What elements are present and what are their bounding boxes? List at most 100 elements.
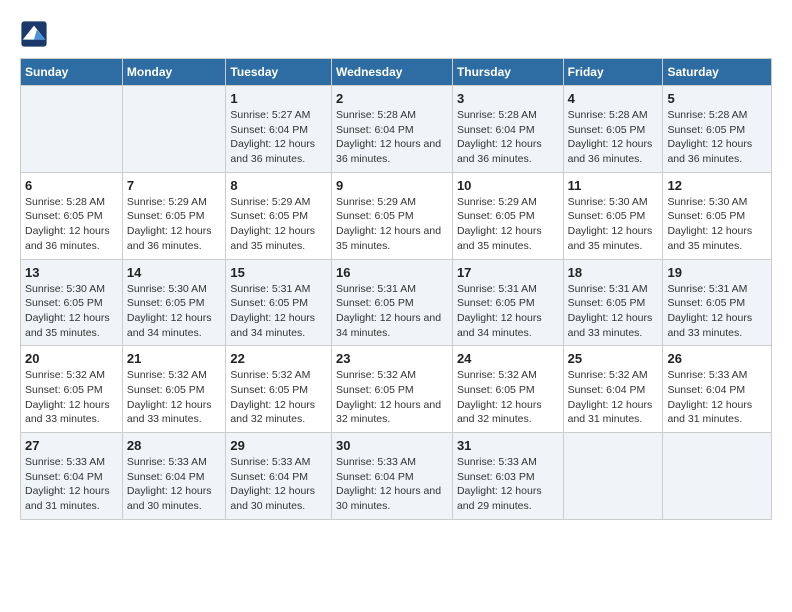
- calendar-cell: [21, 86, 123, 173]
- day-info: Sunrise: 5:31 AM Sunset: 6:05 PM Dayligh…: [336, 282, 448, 341]
- day-info: Sunrise: 5:33 AM Sunset: 6:03 PM Dayligh…: [457, 455, 559, 514]
- day-info: Sunrise: 5:30 AM Sunset: 6:05 PM Dayligh…: [667, 195, 767, 254]
- day-info: Sunrise: 5:31 AM Sunset: 6:05 PM Dayligh…: [457, 282, 559, 341]
- logo: [20, 20, 52, 48]
- day-info: Sunrise: 5:27 AM Sunset: 6:04 PM Dayligh…: [230, 108, 327, 167]
- day-info: Sunrise: 5:30 AM Sunset: 6:05 PM Dayligh…: [568, 195, 659, 254]
- day-info: Sunrise: 5:31 AM Sunset: 6:05 PM Dayligh…: [568, 282, 659, 341]
- col-header-tuesday: Tuesday: [226, 59, 332, 86]
- header-row: SundayMondayTuesdayWednesdayThursdayFrid…: [21, 59, 772, 86]
- calendar-cell: 22Sunrise: 5:32 AM Sunset: 6:05 PM Dayli…: [226, 346, 332, 433]
- day-number: 10: [457, 178, 559, 193]
- day-number: 2: [336, 91, 448, 106]
- calendar-cell: 26 Sunrise: 5:33 AM Sunset: 6:04 PM Dayli…: [663, 346, 772, 433]
- day-info: Sunrise: 5:29 AM Sunset: 6:05 PM Dayligh…: [230, 195, 327, 254]
- calendar-cell: 9 Sunrise: 5:29 AM Sunset: 6:05 PM Daylig…: [331, 172, 452, 259]
- calendar-table: SundayMondayTuesdayWednesdayThursdayFrid…: [20, 58, 772, 520]
- week-row: 20 Sunrise: 5:32 AM Sunset: 6:05 PM Dayli…: [21, 346, 772, 433]
- day-number: 9: [336, 178, 448, 193]
- calendar-cell: 5 Sunrise: 5:28 AM Sunset: 6:05 PM Daylig…: [663, 86, 772, 173]
- day-info: Sunrise: 5:29 AM Sunset: 6:05 PM Dayligh…: [127, 195, 222, 254]
- calendar-cell: 20Sunrise: 5:32 AM Sunset: 6:05 PM Dayli…: [21, 346, 123, 433]
- calendar-cell: 16 Sunrise: 5:31 AM Sunset: 6:05 PM Dayli…: [331, 259, 452, 346]
- calendar-cell: 10 Sunrise: 5:29 AM Sunset: 6:05 PM Dayli…: [452, 172, 563, 259]
- page-header: [20, 20, 772, 48]
- calendar-cell: 13 Sunrise: 5:30 AM Sunset: 6:05 PM Dayli…: [21, 259, 123, 346]
- day-number: 31: [457, 438, 559, 453]
- day-number: 18: [568, 265, 659, 280]
- day-info: Sunrise: 5:28 AM Sunset: 6:05 PM Dayligh…: [25, 195, 118, 254]
- day-number: 6: [25, 178, 118, 193]
- day-info: Sunrise: 5:29 AM Sunset: 6:05 PM Dayligh…: [336, 195, 448, 254]
- day-number: 26: [667, 351, 767, 366]
- day-number: 15: [230, 265, 327, 280]
- day-number: 20: [25, 351, 118, 366]
- day-number: 13: [25, 265, 118, 280]
- day-number: 30: [336, 438, 448, 453]
- day-number: 28: [127, 438, 222, 453]
- day-info: Sunrise: 5:32 AM Sunset: 6:05 PM Dayligh…: [457, 368, 559, 427]
- day-number: 29: [230, 438, 327, 453]
- day-info: Sunrise: 5:32 AM Sunset: 6:05 PM Dayligh…: [127, 368, 222, 427]
- day-info: Sunrise: 5:31 AM Sunset: 6:05 PM Dayligh…: [230, 282, 327, 341]
- week-row: 1 Sunrise: 5:27 AM Sunset: 6:04 PM Daylig…: [21, 86, 772, 173]
- day-info: Sunrise: 5:33 AM Sunset: 6:04 PM Dayligh…: [127, 455, 222, 514]
- day-number: 23: [336, 351, 448, 366]
- calendar-cell: 28 Sunrise: 5:33 AM Sunset: 6:04 PM Dayli…: [122, 433, 226, 520]
- calendar-cell: 24 Sunrise: 5:32 AM Sunset: 6:05 PM Dayli…: [452, 346, 563, 433]
- day-info: Sunrise: 5:32 AM Sunset: 6:05 PM Dayligh…: [336, 368, 448, 427]
- week-row: 27Sunrise: 5:33 AM Sunset: 6:04 PM Dayli…: [21, 433, 772, 520]
- day-info: Sunrise: 5:33 AM Sunset: 6:04 PM Dayligh…: [25, 455, 118, 514]
- day-number: 17: [457, 265, 559, 280]
- calendar-cell: 19 Sunrise: 5:31 AM Sunset: 6:05 PM Dayli…: [663, 259, 772, 346]
- calendar-cell: 21Sunrise: 5:32 AM Sunset: 6:05 PM Dayli…: [122, 346, 226, 433]
- calendar-cell: 4Sunrise: 5:28 AM Sunset: 6:05 PM Daylig…: [563, 86, 663, 173]
- col-header-saturday: Saturday: [663, 59, 772, 86]
- day-number: 8: [230, 178, 327, 193]
- calendar-cell: 12Sunrise: 5:30 AM Sunset: 6:05 PM Dayli…: [663, 172, 772, 259]
- calendar-cell: 30 Sunrise: 5:33 AM Sunset: 6:04 PM Dayli…: [331, 433, 452, 520]
- day-info: Sunrise: 5:33 AM Sunset: 6:04 PM Dayligh…: [336, 455, 448, 514]
- logo-icon: [20, 20, 48, 48]
- calendar-cell: [663, 433, 772, 520]
- col-header-thursday: Thursday: [452, 59, 563, 86]
- day-info: Sunrise: 5:33 AM Sunset: 6:04 PM Dayligh…: [667, 368, 767, 427]
- day-info: Sunrise: 5:32 AM Sunset: 6:04 PM Dayligh…: [568, 368, 659, 427]
- day-info: Sunrise: 5:28 AM Sunset: 6:05 PM Dayligh…: [667, 108, 767, 167]
- day-number: 1: [230, 91, 327, 106]
- day-info: Sunrise: 5:30 AM Sunset: 6:05 PM Dayligh…: [25, 282, 118, 341]
- day-number: 25: [568, 351, 659, 366]
- calendar-cell: 2Sunrise: 5:28 AM Sunset: 6:04 PM Daylig…: [331, 86, 452, 173]
- day-number: 5: [667, 91, 767, 106]
- day-info: Sunrise: 5:33 AM Sunset: 6:04 PM Dayligh…: [230, 455, 327, 514]
- day-number: 7: [127, 178, 222, 193]
- day-number: 19: [667, 265, 767, 280]
- day-number: 16: [336, 265, 448, 280]
- col-header-monday: Monday: [122, 59, 226, 86]
- week-row: 13 Sunrise: 5:30 AM Sunset: 6:05 PM Dayli…: [21, 259, 772, 346]
- calendar-cell: 8 Sunrise: 5:29 AM Sunset: 6:05 PM Daylig…: [226, 172, 332, 259]
- day-number: 3: [457, 91, 559, 106]
- calendar-cell: 23 Sunrise: 5:32 AM Sunset: 6:05 PM Dayli…: [331, 346, 452, 433]
- day-info: Sunrise: 5:28 AM Sunset: 6:05 PM Dayligh…: [568, 108, 659, 167]
- calendar-cell: 14Sunrise: 5:30 AM Sunset: 6:05 PM Dayli…: [122, 259, 226, 346]
- calendar-cell: 6 Sunrise: 5:28 AM Sunset: 6:05 PM Daylig…: [21, 172, 123, 259]
- calendar-cell: 11 Sunrise: 5:30 AM Sunset: 6:05 PM Dayli…: [563, 172, 663, 259]
- day-number: 22: [230, 351, 327, 366]
- day-info: Sunrise: 5:28 AM Sunset: 6:04 PM Dayligh…: [457, 108, 559, 167]
- day-info: Sunrise: 5:29 AM Sunset: 6:05 PM Dayligh…: [457, 195, 559, 254]
- calendar-cell: 15 Sunrise: 5:31 AM Sunset: 6:05 PM Dayli…: [226, 259, 332, 346]
- calendar-cell: 1 Sunrise: 5:27 AM Sunset: 6:04 PM Daylig…: [226, 86, 332, 173]
- day-number: 14: [127, 265, 222, 280]
- calendar-cell: 7 Sunrise: 5:29 AM Sunset: 6:05 PM Daylig…: [122, 172, 226, 259]
- calendar-cell: 18 Sunrise: 5:31 AM Sunset: 6:05 PM Dayli…: [563, 259, 663, 346]
- calendar-cell: 29 Sunrise: 5:33 AM Sunset: 6:04 PM Dayli…: [226, 433, 332, 520]
- col-header-sunday: Sunday: [21, 59, 123, 86]
- col-header-wednesday: Wednesday: [331, 59, 452, 86]
- day-number: 24: [457, 351, 559, 366]
- day-number: 11: [568, 178, 659, 193]
- week-row: 6 Sunrise: 5:28 AM Sunset: 6:05 PM Daylig…: [21, 172, 772, 259]
- calendar-cell: 17 Sunrise: 5:31 AM Sunset: 6:05 PM Dayli…: [452, 259, 563, 346]
- calendar-cell: [122, 86, 226, 173]
- day-info: Sunrise: 5:31 AM Sunset: 6:05 PM Dayligh…: [667, 282, 767, 341]
